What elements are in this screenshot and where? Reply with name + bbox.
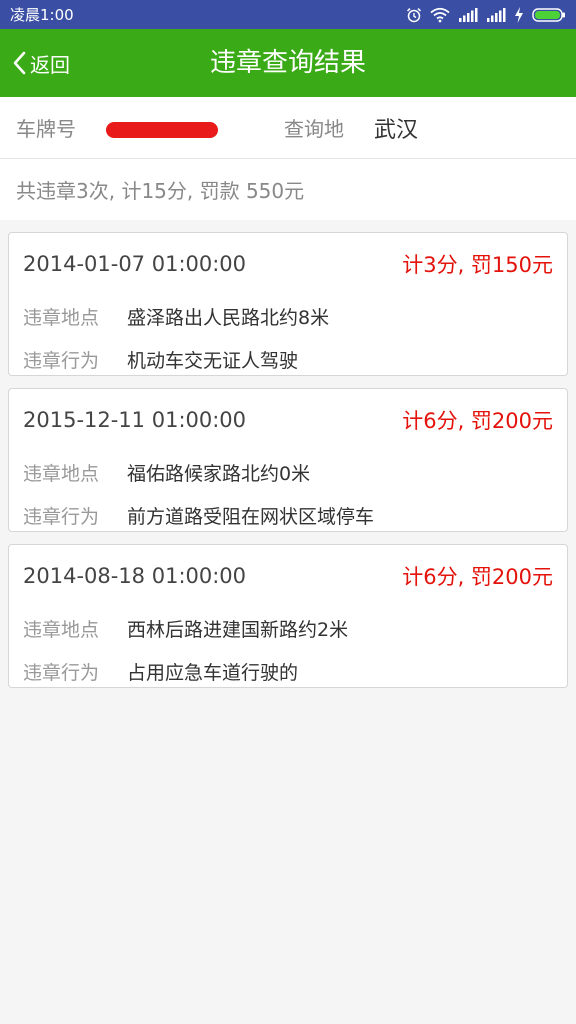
location-label: 违章地点 [23, 463, 100, 485]
violation-card[interactable]: 2014-01-07 01:00:00 计3分, 罚150元 违章地点 盛泽路出… [8, 232, 568, 376]
violation-card[interactable]: 2014-08-18 01:00:00 计6分, 罚200元 违章地点 西林后路… [8, 544, 568, 688]
signal-icon [487, 7, 506, 22]
violation-datetime: 2014-01-07 01:00:00 [23, 252, 247, 276]
behavior-label: 违章行为 [23, 350, 100, 372]
behavior-label: 违章行为 [23, 662, 100, 684]
location-label: 违章地点 [23, 619, 100, 641]
violation-location: 福佑路候家路北约0米 [127, 463, 311, 485]
app-bar: 返回 违章查询结果 [0, 29, 576, 97]
wifi-icon [430, 7, 450, 22]
chevron-left-icon [13, 51, 26, 75]
behavior-label: 违章行为 [23, 506, 100, 528]
violation-behavior: 机动车交无证人驾驶 [127, 350, 299, 372]
alarm-icon [406, 7, 422, 22]
query-info-row: 车牌号 查询地 武汉 [0, 97, 576, 159]
charging-icon [515, 6, 523, 23]
query-location-label: 查询地 [284, 117, 344, 141]
summary-text: 共违章3次, 计15分, 罚款 550元 [16, 179, 305, 203]
plate-value-redacted [106, 116, 218, 140]
violation-penalty: 计6分, 罚200元 [402, 409, 553, 433]
back-button[interactable]: 返回 [12, 29, 70, 97]
back-label: 返回 [30, 52, 70, 77]
query-location-value: 武汉 [374, 117, 419, 143]
violation-penalty: 计3分, 罚150元 [402, 253, 553, 277]
battery-icon [532, 7, 565, 22]
page-title: 违章查询结果 [209, 48, 366, 78]
violation-datetime: 2015-12-11 01:00:00 [23, 408, 247, 432]
violation-behavior: 前方道路受阻在网状区域停车 [127, 506, 375, 528]
signal-icon [459, 7, 478, 22]
redaction-mark [106, 121, 218, 138]
violation-datetime: 2014-08-18 01:00:00 [23, 564, 247, 588]
violation-list: 2014-01-07 01:00:00 计3分, 罚150元 违章地点 盛泽路出… [0, 220, 576, 688]
status-bar: 凌晨1:00 [0, 0, 576, 29]
status-time: 凌晨1:00 [10, 6, 74, 24]
violation-location: 西林后路进建国新路约2米 [127, 619, 349, 641]
location-label: 违章地点 [23, 307, 100, 329]
violation-location: 盛泽路出人民路北约8米 [127, 307, 330, 329]
violation-summary: 共违章3次, 计15分, 罚款 550元 [0, 159, 576, 220]
violation-penalty: 计6分, 罚200元 [402, 565, 553, 589]
violation-card[interactable]: 2015-12-11 01:00:00 计6分, 罚200元 违章地点 福佑路候… [8, 388, 568, 532]
plate-label: 车牌号 [16, 117, 76, 141]
violation-behavior: 占用应急车道行驶的 [127, 662, 299, 684]
status-icons [406, 6, 566, 23]
